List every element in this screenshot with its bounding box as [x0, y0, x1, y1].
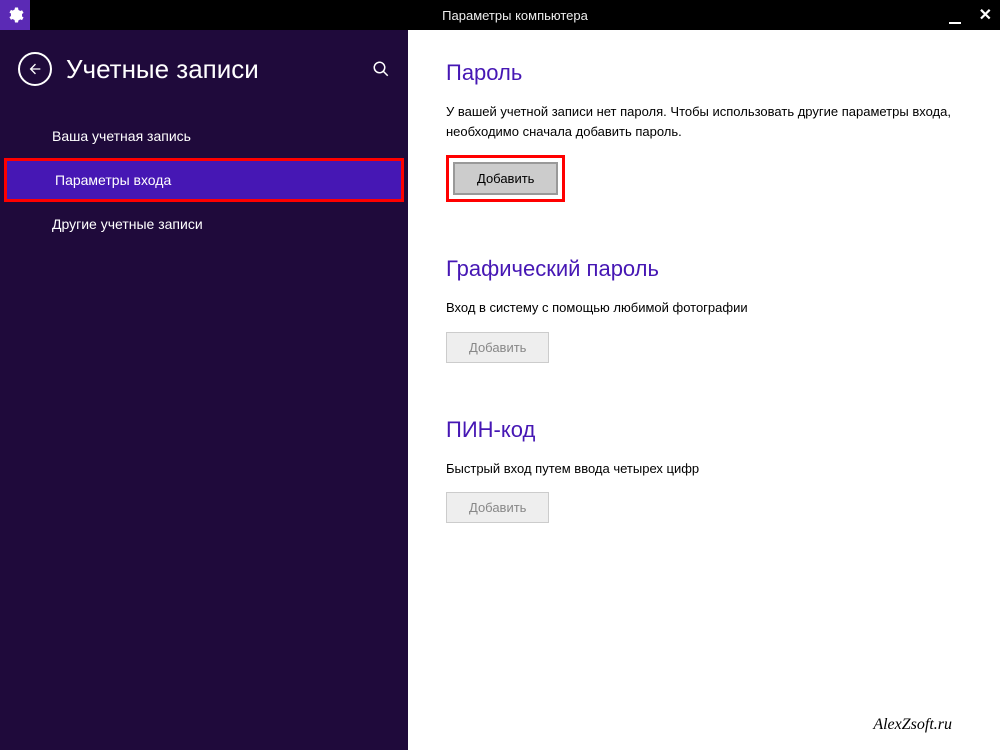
section-password: Пароль У вашей учетной записи нет пароля…	[446, 60, 962, 202]
add-password-button[interactable]: Добавить	[453, 162, 558, 195]
section-title-pin: ПИН-код	[446, 417, 962, 443]
section-title-picture: Графический пароль	[446, 256, 962, 282]
section-picture-password: Графический пароль Вход в систему с помо…	[446, 256, 962, 363]
close-button[interactable]: ✕	[979, 5, 992, 25]
main-panel: Пароль У вашей учетной записи нет пароля…	[408, 30, 1000, 750]
settings-icon	[0, 0, 30, 30]
section-desc-picture: Вход в систему с помощью любимой фотогра…	[446, 298, 962, 318]
add-picture-password-button: Добавить	[446, 332, 549, 363]
titlebar-title: Параметры компьютера	[30, 8, 1000, 23]
sidebar-item-label: Ваша учетная запись	[52, 128, 191, 144]
sidebar-item-label: Параметры входа	[55, 172, 171, 188]
minimize-button[interactable]	[949, 7, 961, 23]
sidebar-item-other-accounts[interactable]: Другие учетные записи	[0, 202, 408, 246]
sidebar-item-your-account[interactable]: Ваша учетная запись	[0, 114, 408, 158]
watermark: AlexZsoft.ru	[873, 716, 952, 734]
section-desc-pin: Быстрый вход путем ввода четырех цифр	[446, 459, 962, 479]
section-pin: ПИН-код Быстрый вход путем ввода четырех…	[446, 417, 962, 524]
add-pin-button: Добавить	[446, 492, 549, 523]
back-button[interactable]	[18, 52, 52, 86]
section-desc-password: У вашей учетной записи нет пароля. Чтобы…	[446, 102, 962, 141]
search-icon[interactable]	[372, 60, 390, 78]
sidebar-header: Учетные записи	[0, 52, 408, 114]
window-controls: ✕	[949, 0, 992, 30]
page-title: Учетные записи	[66, 54, 259, 85]
titlebar: Параметры компьютера ✕	[0, 0, 1000, 30]
section-title-password: Пароль	[446, 60, 962, 86]
sidebar: Учетные записи Ваша учетная запись Парам…	[0, 30, 408, 750]
highlight-box-sidebar: Параметры входа	[4, 158, 404, 202]
sidebar-item-label: Другие учетные записи	[52, 216, 203, 232]
sidebar-item-signin-options[interactable]: Параметры входа	[7, 161, 401, 199]
highlight-box-button: Добавить	[446, 155, 565, 202]
